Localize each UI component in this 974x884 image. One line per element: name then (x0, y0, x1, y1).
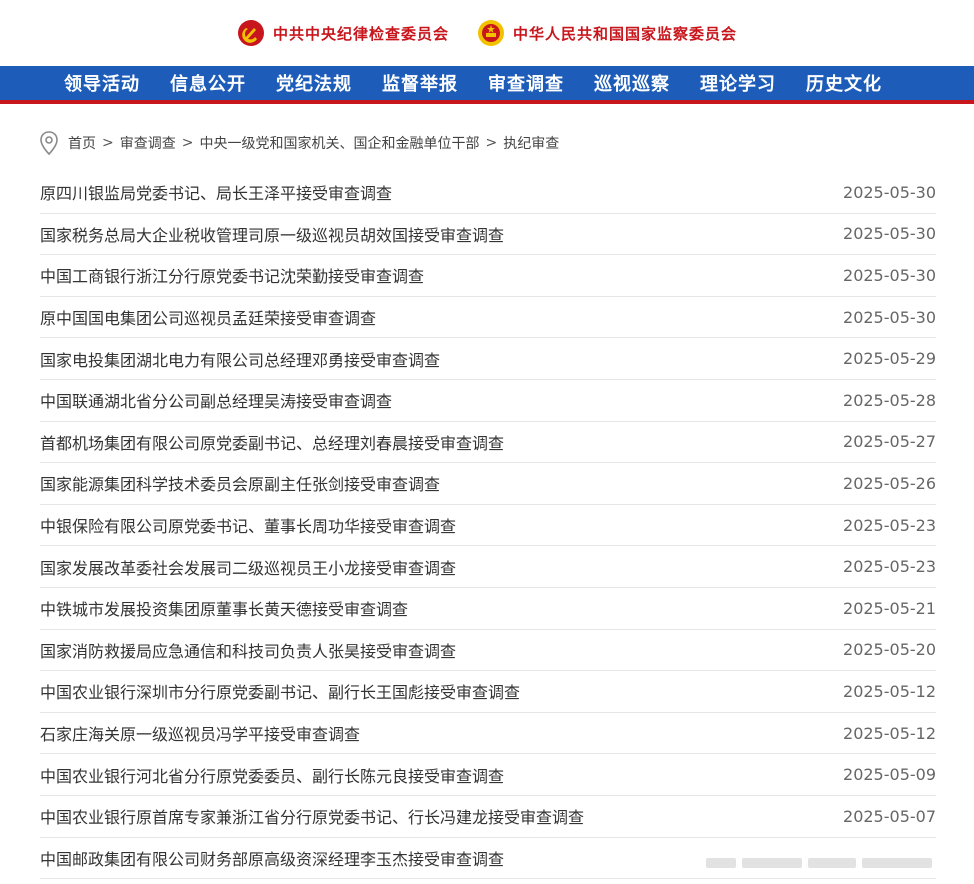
nav-item-theory[interactable]: 理论学习 (700, 70, 776, 96)
list-item: 中国农业银行河北省分行原党委委员、副行长陈元良接受审查调查 2025-05-09 (40, 754, 936, 796)
list-item: 中国联通湖北省分公司副总经理吴涛接受审查调查 2025-05-28 (40, 380, 936, 422)
article-link[interactable]: 中银保险有限公司原党委书记、董事长周功华接受审查调查 (40, 513, 456, 537)
nav-item-inspection[interactable]: 巡视巡察 (594, 70, 670, 96)
article-link[interactable]: 中国农业银行深圳市分行原党委副书记、副行长王国彪接受审查调查 (40, 679, 520, 703)
list-item: 国家消防救援局应急通信和科技司负责人张昊接受审查调查 2025-05-20 (40, 630, 936, 672)
article-date: 2025-05-23 (843, 515, 936, 535)
breadcrumb-home[interactable]: 首页 (68, 133, 96, 153)
article-link[interactable]: 国家发展改革委社会发展司二级巡视员王小龙接受审查调查 (40, 555, 456, 579)
article-date: 2025-05-12 (843, 681, 936, 701)
list-item: 中国农业银行原首席专家兼浙江省分行原党委书记、行长冯建龙接受审查调查 2025-0… (40, 796, 936, 838)
breadcrumb-review[interactable]: 执纪审查 (503, 133, 559, 153)
breadcrumb-separator: > (181, 135, 194, 151)
article-date: 2025-05-26 (843, 473, 936, 493)
party-emblem-icon (237, 20, 264, 46)
article-link[interactable]: 石家庄海关原一级巡视员冯学平接受审查调查 (40, 721, 360, 745)
article-date: 2025-05-30 (843, 224, 936, 244)
article-date: 2025-05-27 (843, 432, 936, 452)
breadcrumb: 首页 > 审查调查 > 中央一级党和国家机关、国企和金融单位干部 > 执纪审查 (38, 130, 559, 156)
article-link[interactable]: 中国邮政集团有限公司财务部原高级资深经理李玉杰接受审查调查 (40, 846, 504, 870)
org-ccdi[interactable]: 中共中央纪律检查委员会 (237, 19, 449, 47)
list-item: 原四川银监局党委书记、局长王泽平接受审查调查 2025-05-30 (40, 172, 936, 214)
nav-item-leadership[interactable]: 领导活动 (64, 70, 140, 96)
article-date: 2025-05-12 (843, 723, 936, 743)
article-link[interactable]: 中铁城市发展投资集团原董事长黄天德接受审查调查 (40, 596, 408, 620)
article-link[interactable]: 中国农业银行原首席专家兼浙江省分行原党委书记、行长冯建龙接受审查调查 (40, 804, 584, 828)
location-pin-icon (40, 131, 58, 156)
list-item: 首都机场集团有限公司原党委副书记、总经理刘春晨接受审查调查 2025-05-27 (40, 422, 936, 464)
breadcrumb-investigation[interactable]: 审查调查 (120, 133, 176, 153)
article-date: 2025-05-23 (843, 557, 936, 577)
list-item: 原中国国电集团公司巡视员孟廷荣接受审查调查 2025-05-30 (40, 297, 936, 339)
nav-item-info-disclosure[interactable]: 信息公开 (170, 70, 246, 96)
list-item: 国家电投集团湖北电力有限公司总经理邓勇接受审查调查 2025-05-29 (40, 338, 936, 380)
article-link[interactable]: 中国工商银行浙江分行原党委书记沈荣勤接受审查调查 (40, 263, 424, 287)
list-item: 石家庄海关原一级巡视员冯学平接受审查调查 2025-05-12 (40, 713, 936, 755)
article-link[interactable]: 国家能源集团科学技术委员会原副主任张剑接受审查调查 (40, 471, 440, 495)
article-link[interactable]: 中国农业银行河北省分行原党委委员、副行长陈元良接受审查调查 (40, 763, 504, 787)
article-link[interactable]: 国家电投集团湖北电力有限公司总经理邓勇接受审查调查 (40, 347, 440, 371)
national-emblem-icon (478, 20, 504, 46)
article-date: 2025-05-30 (843, 307, 936, 327)
article-date: 2025-05-07 (843, 806, 936, 826)
list-item: 中国农业银行深圳市分行原党委副书记、副行长王国彪接受审查调查 2025-05-12 (40, 671, 936, 713)
org-nsc-name: 中华人民共和国国家监察委员会 (513, 24, 738, 43)
article-link[interactable]: 国家税务总局大企业税收管理司原一级巡视员胡效国接受审查调查 (40, 222, 504, 246)
main-nav: 领导活动 信息公开 党纪法规 监督举报 审查调查 巡视巡察 理论学习 历史文化 (0, 66, 974, 104)
list-item: 国家发展改革委社会发展司二级巡视员王小龙接受审查调查 2025-05-23 (40, 546, 936, 588)
breadcrumb-separator: > (485, 135, 498, 151)
list-item: 中国工商银行浙江分行原党委书记沈荣勤接受审查调查 2025-05-30 (40, 255, 936, 297)
article-link[interactable]: 中国联通湖北省分公司副总经理吴涛接受审查调查 (40, 388, 392, 412)
list-item: 国家税务总局大企业税收管理司原一级巡视员胡效国接受审查调查 2025-05-30 (40, 214, 936, 256)
article-list: 原四川银监局党委书记、局长王泽平接受审查调查 2025-05-30 国家税务总局大… (40, 172, 936, 880)
article-date: 2025-05-20 (843, 640, 936, 660)
list-item: 中银保险有限公司原党委书记、董事长周功华接受审查调查 2025-05-23 (40, 505, 936, 547)
nav-item-investigation[interactable]: 审查调查 (488, 70, 564, 96)
article-date: 2025-05-09 (843, 765, 936, 785)
article-link[interactable]: 原中国国电集团公司巡视员孟廷荣接受审查调查 (40, 305, 376, 329)
nav-item-history[interactable]: 历史文化 (806, 70, 882, 96)
watermark (706, 852, 966, 874)
article-date: 2025-05-21 (843, 598, 936, 618)
nav-item-regulations[interactable]: 党纪法规 (276, 70, 352, 96)
org-ccdi-name: 中共中央纪律检查委员会 (272, 24, 449, 43)
article-date: 2025-05-30 (843, 265, 936, 285)
article-link[interactable]: 原四川银监局党委书记、局长王泽平接受审查调查 (40, 180, 392, 204)
article-link[interactable]: 首都机场集团有限公司原党委副书记、总经理刘春晨接受审查调查 (40, 430, 504, 454)
list-item: 国家能源集团科学技术委员会原副主任张剑接受审查调查 2025-05-26 (40, 463, 936, 505)
article-date: 2025-05-30 (843, 182, 936, 202)
org-nsc[interactable]: 中华人民共和国国家监察委员会 (477, 19, 737, 47)
article-link[interactable]: 国家消防救援局应急通信和科技司负责人张昊接受审查调查 (40, 638, 456, 662)
list-item: 中铁城市发展投资集团原董事长黄天德接受审查调查 2025-05-21 (40, 588, 936, 630)
article-date: 2025-05-28 (843, 390, 936, 410)
breadcrumb-separator: > (102, 135, 114, 151)
nav-item-reporting[interactable]: 监督举报 (382, 70, 458, 96)
breadcrumb-central-cadres[interactable]: 中央一级党和国家机关、国企和金融单位干部 (199, 133, 479, 153)
article-date: 2025-05-29 (843, 349, 936, 369)
site-header: 中共中央纪律检查委员会 中华人民共和国国家监察委员会 (0, 0, 974, 66)
